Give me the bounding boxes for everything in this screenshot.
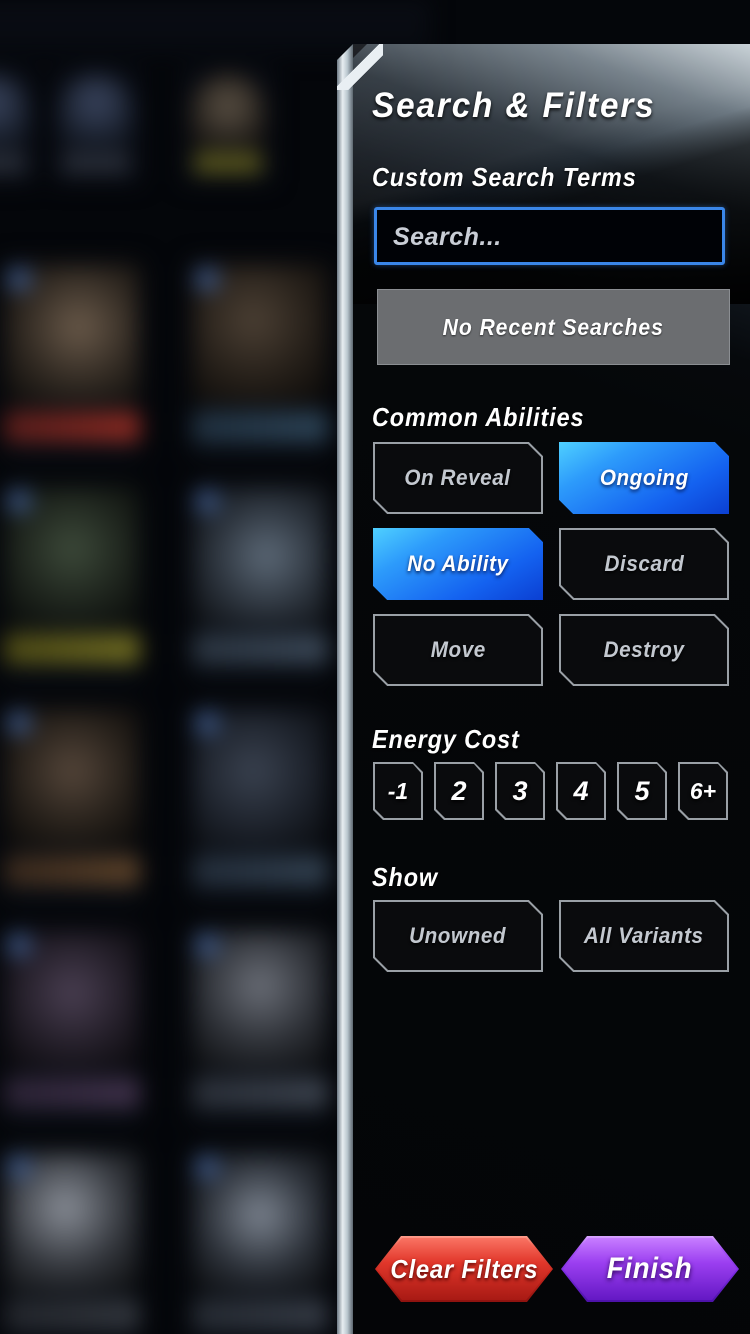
energy-cost-heading: Energy Cost xyxy=(372,724,520,754)
ability-button-no-ability[interactable]: No Ability xyxy=(373,528,543,600)
energy-chip-4[interactable]: 4 xyxy=(556,762,606,820)
no-recent-searches-label: No Recent Searches xyxy=(442,313,665,340)
app-screen: Search & Filters Custom Search Terms No … xyxy=(0,0,750,1334)
energy-chip-6-plus[interactable]: 6+ xyxy=(678,762,728,820)
energy-chip-label: 3 xyxy=(512,775,528,806)
energy-chip-label: 6+ xyxy=(689,777,717,804)
background-tab xyxy=(0,65,38,185)
show-option-label: All Variants xyxy=(584,923,704,948)
background-tab xyxy=(182,65,274,185)
show-heading: Show xyxy=(372,862,439,892)
ability-button-ongoing[interactable]: Ongoing xyxy=(559,442,729,514)
background-card xyxy=(0,702,146,908)
energy-cost-row: -1 2 3 4 5 6+ xyxy=(373,762,733,820)
ability-label: On Reveal xyxy=(404,465,512,490)
clear-filters-button[interactable]: Clear Filters xyxy=(375,1236,553,1302)
ability-button-move[interactable]: Move xyxy=(373,614,543,686)
show-button-all-variants[interactable]: All Variants xyxy=(559,900,729,972)
energy-chip-label: 2 xyxy=(451,775,467,806)
background-card xyxy=(186,1146,334,1334)
panel-footer: Clear Filters Finish xyxy=(353,1216,750,1326)
ability-label: Destroy xyxy=(603,637,685,662)
background-card xyxy=(0,1146,146,1334)
background-card xyxy=(186,924,334,1130)
search-input[interactable] xyxy=(391,210,715,264)
energy-chip-5[interactable]: 5 xyxy=(617,762,667,820)
energy-chip-3[interactable]: 3 xyxy=(495,762,545,820)
energy-chip-2[interactable]: 2 xyxy=(434,762,484,820)
ability-label: Ongoing xyxy=(599,465,689,490)
ability-label: Move xyxy=(430,637,486,662)
ability-button-on-reveal[interactable]: On Reveal xyxy=(373,442,543,514)
ability-button-discard[interactable]: Discard xyxy=(559,528,729,600)
no-recent-searches-banner: No Recent Searches xyxy=(377,289,730,365)
finish-label: Finish xyxy=(607,1252,693,1285)
background-card xyxy=(0,480,146,686)
background-card xyxy=(186,258,334,464)
show-button-unowned[interactable]: Unowned xyxy=(373,900,543,972)
page-title: Search & Filters xyxy=(372,86,656,125)
energy-chip-label: 5 xyxy=(634,775,650,806)
background-card xyxy=(186,480,334,686)
common-abilities-heading: Common Abilities xyxy=(372,402,585,432)
background-card xyxy=(0,258,146,464)
energy-chip-minus-1[interactable]: -1 xyxy=(373,762,423,820)
energy-chip-label: -1 xyxy=(387,777,409,804)
panel-content: Search & Filters Custom Search Terms No … xyxy=(353,44,750,1334)
show-option-label: Unowned xyxy=(409,923,507,948)
clear-filters-label: Clear Filters xyxy=(390,1253,538,1284)
search-field-wrapper[interactable] xyxy=(374,207,725,265)
energy-chip-label: 4 xyxy=(573,775,589,806)
custom-search-terms-label: Custom Search Terms xyxy=(372,162,637,192)
background-card xyxy=(186,702,334,908)
background-card xyxy=(0,924,146,1130)
finish-button[interactable]: Finish xyxy=(561,1236,739,1302)
ability-label: Discard xyxy=(604,551,684,576)
ability-label: No Ability xyxy=(407,551,509,576)
background-tab xyxy=(50,65,142,185)
ability-button-destroy[interactable]: Destroy xyxy=(559,614,729,686)
